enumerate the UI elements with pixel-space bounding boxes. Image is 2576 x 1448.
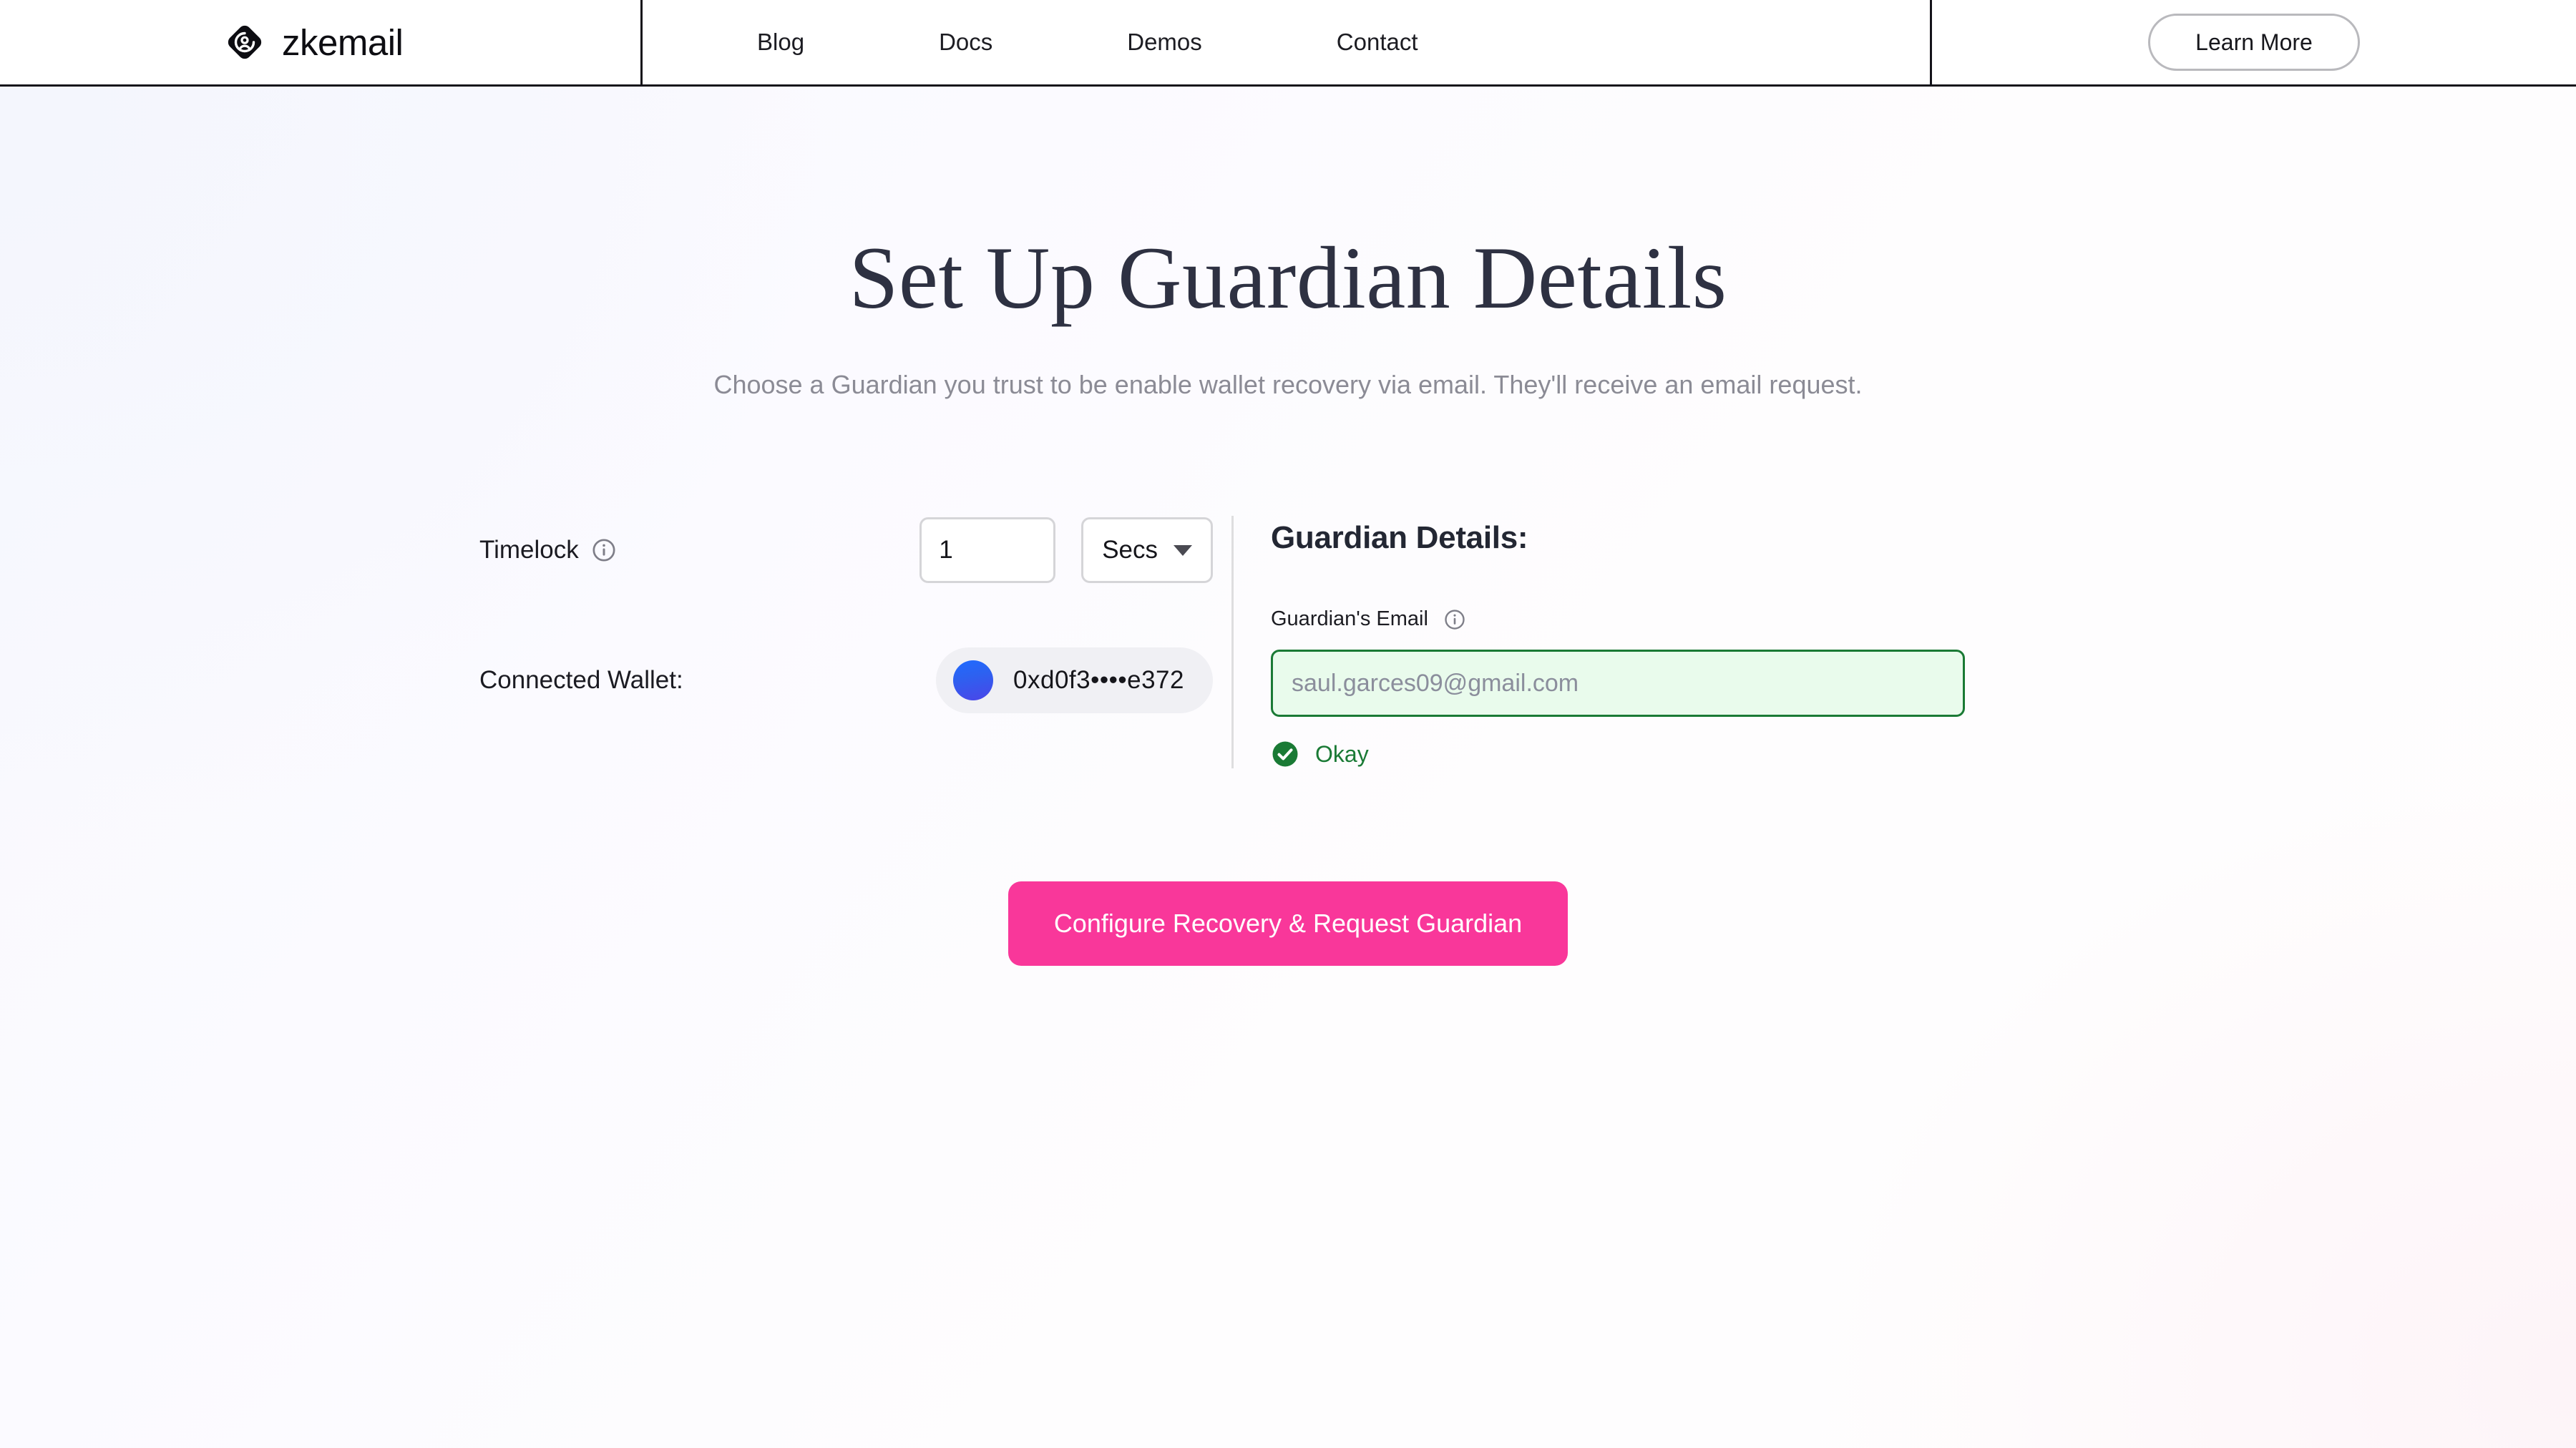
guardian-setup-form: Timelock Secs Conne [479,516,2097,769]
brand-logo-link[interactable]: zkemail [225,21,404,63]
timelock-info-icon[interactable] [592,538,616,562]
timelock-label: Timelock [479,536,579,564]
site-header: zkemail Blog Docs Demos Contact Learn Mo… [0,0,2576,87]
connected-wallet-pill[interactable]: 0xd0f3••••e372 [936,647,1213,714]
timelock-unit-label: Secs [1102,536,1158,564]
zkemail-diamond-logo-icon [228,25,262,59]
timelock-controls: Secs [919,517,1213,584]
connected-wallet-label: Connected Wallet: [479,666,683,695]
check-circle-icon [1272,741,1298,767]
guardian-email-label-row: Guardian's Email [1271,607,2097,631]
page-root: zkemail Blog Docs Demos Contact Learn Mo… [0,0,2576,1448]
wallet-address: 0xd0f3••••e372 [1013,666,1184,695]
guardian-details-title: Guardian Details: [1271,520,1528,556]
learn-more-button[interactable]: Learn More [2148,14,2360,71]
settings-column: Timelock Secs Conne [479,516,1213,715]
wallet-avatar-icon [953,660,994,701]
page-title: Set Up Guardian Details [849,229,1727,327]
primary-navigation: Blog Docs Demos Contact [643,0,1932,84]
timelock-unit-select[interactable]: Secs [1081,517,1213,584]
brand-name: zkemail [282,21,404,63]
guardian-email-status: Okay [1271,740,2097,768]
nav-item-docs[interactable]: Docs [939,29,992,56]
guardian-email-input[interactable] [1271,650,1965,718]
nav-item-contact[interactable]: Contact [1337,29,1418,56]
guardian-email-label: Guardian's Email [1271,607,1428,631]
header-cta-section: Learn More [1932,0,2576,84]
nav-item-demos[interactable]: Demos [1127,29,1202,56]
connected-wallet-row: Connected Wallet: 0xd0f3••••e372 [479,646,1213,715]
guardian-email-info-icon[interactable] [1444,609,1465,630]
guardian-details-column: Guardian Details: Guardian's Email saul.… [1234,516,2097,768]
timelock-value-input[interactable] [919,517,1056,584]
nav-item-blog[interactable]: Blog [757,29,804,56]
page-subtitle: Choose a Guardian you trust to be enable… [713,370,1863,399]
submit-section: Configure Recovery & Request Guardian [0,881,2576,967]
status-badge: Okay [1315,740,1369,767]
main-content: Set Up Guardian Details Choose a Guardia… [0,229,2576,967]
chevron-down-icon [1174,544,1192,556]
timelock-row: Timelock Secs [479,516,1213,584]
header-brand-section: zkemail [0,0,643,84]
configure-recovery-button[interactable]: Configure Recovery & Request Guardian [1008,881,1568,967]
